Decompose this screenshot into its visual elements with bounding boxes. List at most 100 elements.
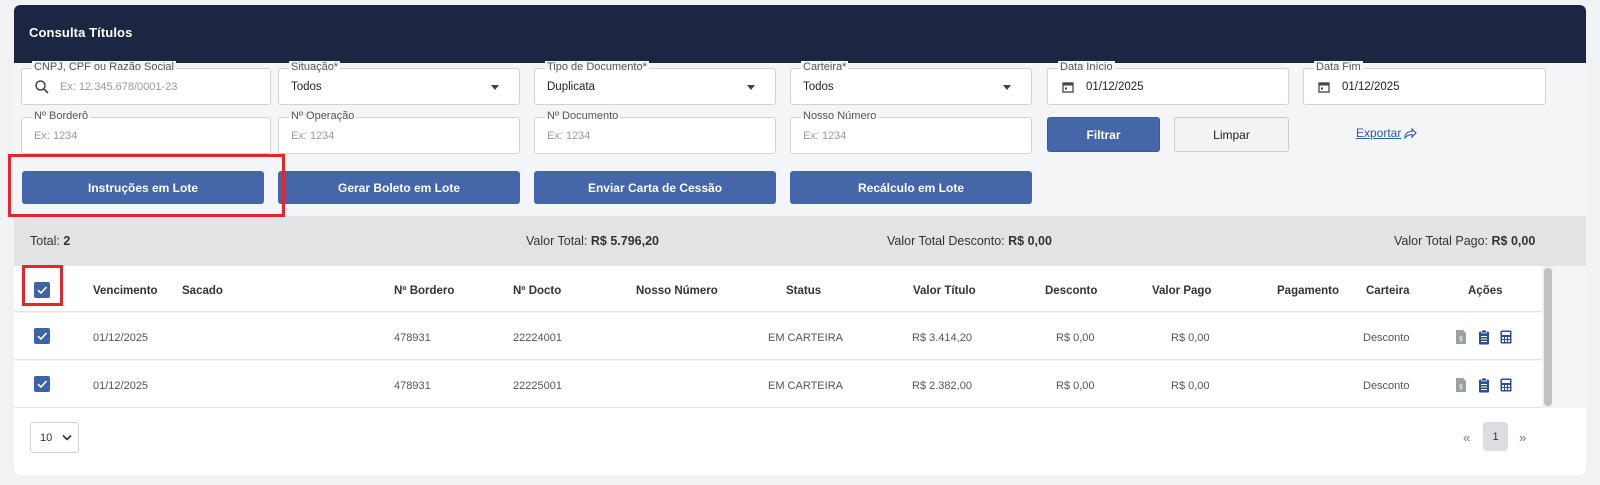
- cnpj-label: CNPJ, CPF ou Razão Social: [32, 61, 176, 73]
- operacao-placeholder: Ex: 1234: [291, 130, 335, 142]
- cell-valor-titulo: R$ 3.414,20: [912, 332, 972, 344]
- col-vencimento[interactable]: Vencimento: [93, 285, 158, 297]
- pagination-prev[interactable]: «: [1463, 430, 1470, 445]
- check-icon: [37, 332, 48, 341]
- filtrar-button[interactable]: Filtrar: [1047, 117, 1160, 152]
- cell-bordero: 478931: [394, 332, 431, 344]
- data-fim-value: 01/12/2025: [1342, 81, 1400, 93]
- highlight-select-all-box: [22, 265, 63, 306]
- carteira-select[interactable]: Carteira* Todos: [790, 61, 1032, 105]
- pagination-page-1[interactable]: 1: [1483, 422, 1508, 451]
- cell-valor-titulo: R$ 2.382,00: [912, 380, 972, 392]
- summary-pago: Valor Total Pago: R$ 0,00: [1394, 234, 1535, 248]
- document-icon[interactable]: $: [1454, 377, 1468, 393]
- documento-placeholder: Ex: 1234: [547, 130, 591, 142]
- svg-text:$: $: [1459, 335, 1463, 343]
- clipboard-icon[interactable]: [1477, 377, 1491, 393]
- cell-valor-pago: R$ 0,00: [1171, 332, 1210, 344]
- data-inicio-label: Data Início: [1058, 61, 1115, 73]
- check-icon: [37, 380, 48, 389]
- data-fim-label: Data Fim: [1314, 61, 1363, 73]
- table-header: Vencimento Sacado Nº Bordero Nº Docto No…: [14, 266, 1542, 312]
- exportar-link[interactable]: Exportar: [1356, 126, 1418, 140]
- page-title: Consulta Títulos: [29, 25, 133, 40]
- calculator-icon[interactable]: [1499, 377, 1513, 393]
- tipo-documento-label: Tipo de Documento*: [545, 61, 649, 73]
- consulta-titulos-card: Consulta Títulos CNPJ, CPF ou Razão Soci…: [14, 5, 1586, 475]
- cell-status: EM CARTEIRA: [768, 380, 843, 392]
- carteira-label: Carteira*: [801, 61, 849, 73]
- col-valor-titulo[interactable]: Valor Título: [913, 285, 976, 297]
- chevron-down-icon: [747, 85, 755, 90]
- page-size-select[interactable]: 10: [30, 422, 79, 453]
- documento-field[interactable]: Nº Documento Ex: 1234: [534, 110, 776, 154]
- page-header: Consulta Títulos: [14, 5, 1586, 63]
- chevron-down-icon: [1003, 85, 1011, 90]
- chevron-down-icon: [62, 434, 72, 441]
- col-acoes: Ações: [1468, 285, 1503, 297]
- row-checkbox[interactable]: [34, 376, 50, 392]
- cell-desconto: R$ 0,00: [1056, 380, 1095, 392]
- col-bordero[interactable]: Nº Bordero: [394, 285, 454, 297]
- col-valor-pago[interactable]: Valor Pago: [1152, 285, 1211, 297]
- situacao-value: Todos: [291, 81, 322, 93]
- scrollbar-thumb[interactable]: [1544, 268, 1552, 406]
- summary-desconto: Valor Total Desconto: R$ 0,00: [887, 234, 1052, 248]
- exportar-label: Exportar: [1356, 126, 1402, 140]
- cell-desconto: R$ 0,00: [1056, 332, 1095, 344]
- table-footer: 10 « 1 »: [14, 408, 1586, 475]
- cell-status: EM CARTEIRA: [768, 332, 843, 344]
- data-inicio-field[interactable]: Data Início 01/12/2025: [1047, 61, 1289, 105]
- cell-vencimento: 01/12/2025: [93, 332, 149, 344]
- col-carteira[interactable]: Carteira: [1366, 285, 1409, 297]
- bordero-label: Nº Borderô: [32, 110, 91, 122]
- share-icon: [1404, 127, 1418, 139]
- document-icon[interactable]: $: [1454, 329, 1468, 345]
- col-sacado[interactable]: Sacado: [182, 285, 223, 297]
- table-row[interactable]: 01/12/2025 478931 22224001 EM CARTEIRA R…: [14, 313, 1542, 360]
- summary-pago-value: R$ 0,00: [1491, 234, 1536, 248]
- data-fim-field[interactable]: Data Fim 01/12/2025: [1303, 61, 1546, 105]
- highlight-instrucoes-box: [8, 154, 285, 217]
- situacao-select[interactable]: Situação* Todos: [278, 61, 520, 105]
- nosso-numero-field[interactable]: Nosso Número Ex: 1234: [790, 110, 1032, 154]
- calendar-icon: [1318, 82, 1330, 93]
- operacao-label: Nº Operação: [289, 110, 357, 122]
- summary-valor-total: Valor Total: R$ 5.796,20: [526, 234, 659, 248]
- pagination-next[interactable]: »: [1519, 430, 1526, 445]
- situacao-label: Situação*: [289, 61, 341, 73]
- search-icon: [35, 80, 49, 94]
- operacao-field[interactable]: Nº Operação Ex: 1234: [278, 110, 520, 154]
- cell-carteira: Desconto: [1363, 380, 1410, 392]
- col-nosso-numero[interactable]: Nosso Número: [636, 285, 718, 297]
- carteira-value: Todos: [803, 81, 834, 93]
- row-checkbox[interactable]: [34, 328, 50, 344]
- cnpj-placeholder: Ex: 12.345.678/0001-23: [60, 81, 178, 93]
- summary-desconto-label: Valor Total Desconto:: [887, 234, 1005, 248]
- col-pagamento[interactable]: Pagamento: [1277, 285, 1339, 297]
- col-status[interactable]: Status: [786, 285, 821, 297]
- table-row[interactable]: 01/12/2025 478931 22225001 EM CARTEIRA R…: [14, 361, 1542, 408]
- summary-total: Total: 2: [30, 234, 70, 248]
- calculator-icon[interactable]: [1499, 329, 1513, 345]
- gerar-boleto-lote-button[interactable]: Gerar Boleto em Lote: [278, 171, 520, 204]
- calendar-icon: [1062, 82, 1074, 93]
- summary-pago-label: Valor Total Pago:: [1394, 234, 1489, 248]
- col-docto[interactable]: Nº Docto: [513, 285, 561, 297]
- table-scrollbar[interactable]: [1543, 266, 1553, 408]
- limpar-button[interactable]: Limpar: [1174, 117, 1289, 152]
- cell-bordero: 478931: [394, 380, 431, 392]
- clipboard-icon[interactable]: [1477, 329, 1491, 345]
- tipo-documento-select[interactable]: Tipo de Documento* Duplicata: [534, 61, 776, 105]
- nosso-numero-label: Nosso Número: [801, 110, 879, 122]
- cnpj-search-field[interactable]: CNPJ, CPF ou Razão Social Ex: 12.345.678…: [21, 61, 271, 105]
- summary-total-value: 2: [63, 234, 71, 248]
- tipo-documento-value: Duplicata: [547, 81, 595, 93]
- recalculo-lote-button[interactable]: Recálculo em Lote: [790, 171, 1032, 204]
- col-desconto[interactable]: Desconto: [1045, 285, 1097, 297]
- data-inicio-value: 01/12/2025: [1086, 81, 1144, 93]
- bordero-field[interactable]: Nº Borderô Ex: 1234: [21, 110, 271, 154]
- enviar-carta-cessao-button[interactable]: Enviar Carta de Cessão: [534, 171, 776, 204]
- summary-bar: Total: 2 Valor Total: R$ 5.796,20 Valor …: [14, 216, 1586, 266]
- cell-carteira: Desconto: [1363, 332, 1410, 344]
